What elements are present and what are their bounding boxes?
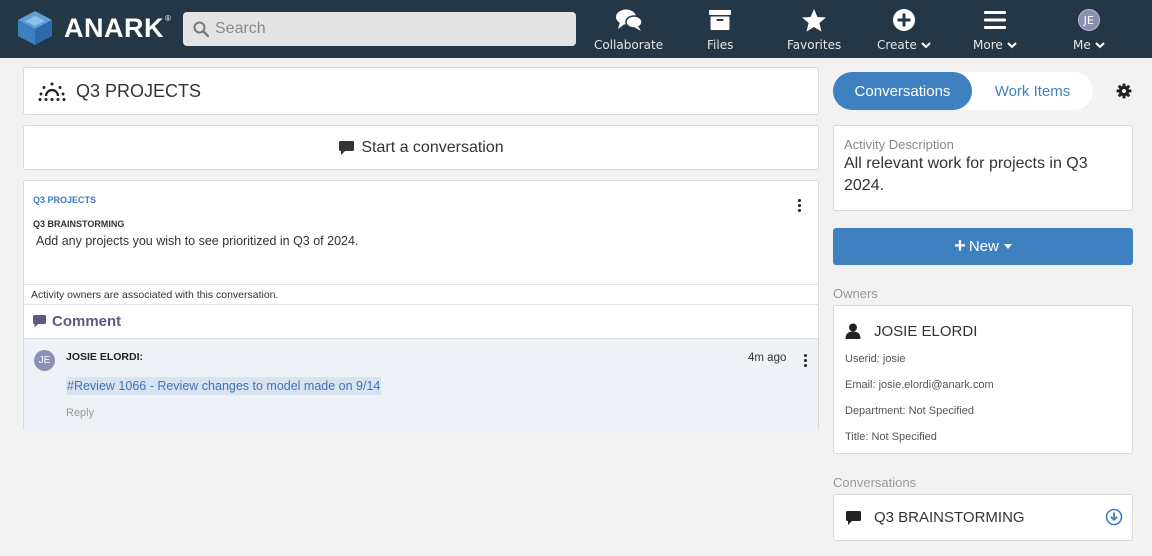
chat-bubbles-icon bbox=[614, 6, 644, 34]
nav-files-label: Files bbox=[707, 38, 734, 52]
archive-box-icon bbox=[708, 6, 732, 34]
comment-options-icon[interactable] bbox=[800, 354, 810, 367]
hamburger-icon bbox=[983, 6, 1007, 34]
page-title: Q3 PROJECTS bbox=[76, 80, 202, 101]
start-conversation-label: Start a conversation bbox=[361, 138, 504, 156]
activity-description-card: Activity Description All relevant work f… bbox=[833, 125, 1133, 211]
nav-me-label: Me bbox=[1073, 38, 1105, 52]
activity-title-card: Q3 PROJECTS bbox=[23, 67, 819, 115]
owner-userid: Userid: josie bbox=[845, 353, 906, 365]
user-avatar: JE bbox=[1077, 9, 1100, 31]
comment-icon bbox=[846, 511, 861, 525]
nav-create[interactable]: Create bbox=[877, 6, 931, 54]
tab-conversations[interactable]: Conversations bbox=[833, 72, 972, 110]
star-icon bbox=[801, 6, 827, 34]
brand-logo[interactable]: ANARK ® bbox=[14, 8, 171, 48]
new-button-label: New bbox=[968, 238, 999, 255]
owner-title: Title: Not Specified bbox=[845, 431, 937, 443]
owners-note: Activity owners are associated with this… bbox=[24, 284, 818, 304]
chevron-down-icon bbox=[920, 42, 931, 49]
conversation-description: Add any projects you wish to see priorit… bbox=[36, 234, 359, 248]
nav-favorites-label: Favorites bbox=[787, 38, 842, 52]
new-button[interactable]: + New bbox=[833, 228, 1133, 265]
comment-icon bbox=[33, 315, 46, 328]
activity-description-value: All relevant work for projects in Q3 202… bbox=[844, 155, 1088, 194]
sidebar-tabs: Conversations Work Items bbox=[833, 72, 1093, 110]
comment-author: JOSIE ELORDI: bbox=[66, 351, 144, 363]
comment-icon bbox=[339, 140, 355, 155]
chevron-down-icon bbox=[1094, 42, 1105, 49]
top-nav-bar: ANARK ® Collaborate Files bbox=[0, 0, 1152, 58]
conversation-list-item-label: Q3 BRAINSTORMING bbox=[874, 509, 1025, 526]
search-input[interactable] bbox=[215, 20, 555, 38]
comment-timestamp: 4m ago bbox=[748, 352, 787, 364]
conversation-title: Q3 BRAINSTORMING bbox=[33, 219, 125, 229]
avatar: JE bbox=[34, 350, 55, 371]
nav-files[interactable]: Files bbox=[707, 6, 733, 54]
conversations-section-label: Conversations bbox=[833, 475, 917, 490]
owner-email: Email: josie.elordi@anark.com bbox=[845, 379, 994, 391]
work-item-link[interactable]: #Review 1066 - Review changes to model m… bbox=[66, 377, 382, 395]
start-conversation-button[interactable]: Start a conversation bbox=[23, 125, 819, 170]
caret-down-icon bbox=[1003, 244, 1012, 249]
person-icon bbox=[845, 323, 861, 339]
comment-heading-label: Comment bbox=[52, 312, 122, 330]
conversation-options-icon[interactable] bbox=[794, 199, 804, 212]
comment-item: JE JOSIE ELORDI: 4m ago #Review 1066 - R… bbox=[24, 338, 818, 431]
nav-collaborate-label: Collaborate bbox=[594, 38, 664, 52]
owner-card: JOSIE ELORDI Userid: josie Email: josie.… bbox=[833, 305, 1133, 454]
search-icon bbox=[193, 21, 209, 37]
plus-icon: + bbox=[954, 235, 966, 257]
nav-me[interactable]: JE Me bbox=[1073, 6, 1105, 54]
chevron-down-icon bbox=[1006, 42, 1017, 49]
sunrise-icon bbox=[38, 82, 66, 101]
settings-gear-icon[interactable] bbox=[1116, 83, 1132, 104]
conversation-card: Q3 PROJECTS Q3 BRAINSTORMING Add any pro… bbox=[23, 180, 819, 431]
tab-work-items[interactable]: Work Items bbox=[972, 72, 1093, 110]
comment-heading: Comment bbox=[24, 304, 818, 337]
download-circle-icon[interactable] bbox=[1105, 508, 1123, 526]
reply-link[interactable]: Reply bbox=[66, 407, 94, 419]
anark-cube-icon bbox=[18, 11, 52, 45]
owner-name[interactable]: JOSIE ELORDI bbox=[874, 323, 977, 340]
breadcrumb[interactable]: Q3 PROJECTS bbox=[33, 195, 96, 205]
plus-circle-icon bbox=[892, 6, 916, 34]
activity-description-label: Activity Description bbox=[844, 137, 954, 152]
nav-collaborate[interactable]: Collaborate bbox=[594, 6, 663, 54]
nav-create-label: Create bbox=[877, 38, 931, 52]
brand-registered-mark: ® bbox=[165, 13, 171, 23]
conversation-list-item[interactable]: Q3 BRAINSTORMING bbox=[833, 494, 1133, 541]
owners-section-label: Owners bbox=[833, 286, 878, 301]
nav-more[interactable]: More bbox=[973, 6, 1017, 54]
owner-department: Department: Not Specified bbox=[845, 405, 975, 417]
nav-more-label: More bbox=[973, 38, 1017, 52]
search-box[interactable] bbox=[183, 12, 576, 46]
brand-name: ANARK bbox=[64, 12, 164, 43]
nav-favorites[interactable]: Favorites bbox=[787, 6, 841, 54]
